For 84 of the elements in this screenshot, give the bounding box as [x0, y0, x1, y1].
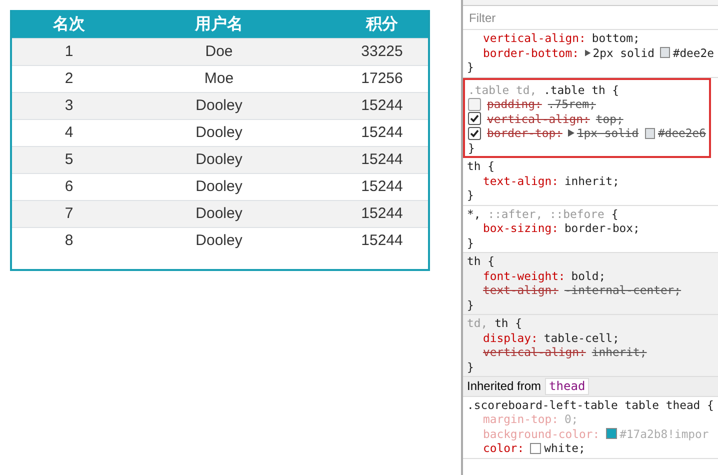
property-name: color: — [483, 441, 524, 456]
property-value: #17a2b8!impor — [620, 426, 709, 441]
table-cell: Dooley — [196, 151, 242, 168]
property-name: vertical-align: — [483, 31, 586, 46]
property-value: bottom; — [592, 31, 640, 46]
column-header: 名次 — [53, 14, 85, 34]
table-cell: 15244 — [361, 97, 403, 114]
property-value: 2px solid — [592, 46, 654, 60]
table-cell: Dooley — [196, 205, 242, 222]
table-cell: 15244 — [361, 232, 403, 249]
property-value: 1px solid — [576, 126, 639, 140]
css-selector: td, — [467, 316, 488, 330]
table-cell: 2 — [64, 70, 74, 87]
css-selector: .table td, — [468, 82, 537, 97]
property-value: #dee2e — [672, 46, 714, 60]
property-value: border-box; — [564, 221, 640, 236]
color-swatch[interactable] — [530, 442, 542, 454]
table-cell: Dooley — [196, 124, 242, 141]
property-name: border-bottom: — [483, 46, 580, 60]
closing-brace: } — [467, 60, 474, 74]
css-selector: *, — [467, 206, 481, 221]
property-name: display: — [483, 330, 538, 345]
table-cell: 15244 — [361, 178, 403, 195]
expand-arrow-icon[interactable] — [585, 48, 591, 57]
column-header: 用户名 — [195, 14, 243, 34]
color-swatch[interactable] — [606, 428, 617, 440]
table-cell: 15244 — [361, 124, 403, 141]
property-name: padding: — [487, 97, 542, 112]
property-name: border-top: — [487, 126, 562, 140]
element-tag[interactable]: thead — [545, 378, 590, 394]
property-value: -internal-center; — [564, 283, 682, 298]
property-value: table-cell; — [544, 330, 620, 345]
css-selector: th { — [467, 159, 494, 174]
closing-brace: } — [467, 360, 474, 374]
closing-brace: } — [467, 188, 474, 202]
css-selector: .scoreboard-left-table table thead { — [467, 398, 714, 412]
property-name: margin-top: — [483, 412, 558, 426]
property-name: box-sizing: — [483, 221, 558, 236]
color-swatch[interactable] — [660, 47, 670, 58]
property-value: #dee2e6 — [658, 126, 706, 140]
closing-brace: } — [467, 236, 474, 250]
closing-brace: } — [467, 298, 474, 312]
checkbox[interactable] — [468, 98, 481, 111]
table-cell: Dooley — [196, 97, 242, 114]
table-cell: 17256 — [361, 70, 403, 87]
table-cell: 15244 — [361, 151, 403, 168]
table-cell: Dooley — [196, 232, 242, 249]
property-value: inherit; — [564, 174, 620, 188]
expand-arrow-icon[interactable] — [568, 129, 575, 138]
color-swatch[interactable] — [644, 128, 655, 139]
table-cell: Doe — [205, 43, 233, 60]
table-cell: 5 — [64, 151, 74, 168]
property-value: 0; — [564, 412, 578, 426]
property-value: inherit; — [592, 345, 647, 360]
inherited-label: Inherited from — [467, 379, 542, 394]
column-header: 积分 — [366, 14, 398, 34]
table-cell: 15244 — [361, 205, 403, 222]
property-name: text-align: — [483, 174, 558, 188]
table-cell: 3 — [64, 97, 74, 114]
css-selector: th { — [467, 254, 494, 268]
property-name: vertical-align: — [483, 345, 586, 360]
table-cell: Dooley — [196, 178, 242, 195]
property-name: vertical-align: — [487, 112, 590, 126]
property-value: white; — [544, 441, 586, 456]
css-selector: { — [611, 206, 618, 221]
property-value: .75rem; — [548, 97, 596, 112]
table-cell: Moe — [204, 70, 234, 87]
css-selector: .table th { — [544, 82, 620, 97]
property-value: bold; — [571, 268, 606, 283]
table-cell: 4 — [64, 124, 74, 141]
property-value: top; — [596, 112, 624, 126]
property-name: text-align: — [483, 283, 558, 298]
table-cell: 7 — [64, 205, 74, 222]
table-cell: 1 — [64, 43, 74, 60]
checkbox[interactable] — [468, 112, 481, 126]
property-name: background-color: — [483, 426, 600, 441]
css-selector: th { — [494, 316, 522, 330]
closing-brace: } — [468, 140, 475, 154]
table-cell: 6 — [64, 178, 74, 195]
checkbox[interactable] — [468, 126, 481, 140]
table-cell: 8 — [64, 232, 74, 249]
css-selector: ::after, ::before — [488, 206, 604, 221]
property-name: font-weight: — [483, 268, 566, 283]
table-cell: 33225 — [361, 43, 403, 60]
